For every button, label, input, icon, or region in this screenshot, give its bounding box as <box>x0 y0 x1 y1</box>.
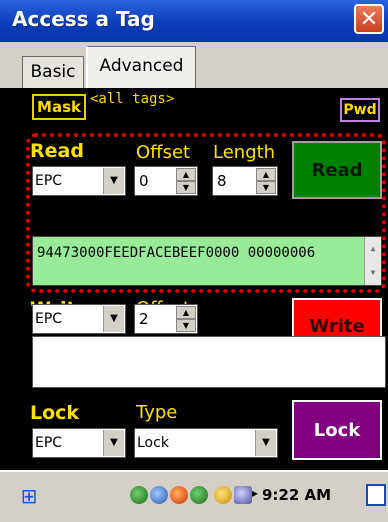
read-bank-value: EPC <box>35 173 63 189</box>
read-length-label: Length <box>213 142 276 163</box>
arrow-up-icon[interactable]: ▲ <box>176 306 196 319</box>
read-data-value: 94473000FEEDFACEBEEF0000 00000006 <box>37 245 316 261</box>
keyboard-tray-icon[interactable] <box>234 486 252 504</box>
chevron-down-icon: ▼ <box>103 306 124 332</box>
power-icon[interactable] <box>214 486 232 504</box>
connection-icon[interactable] <box>150 486 168 504</box>
sync-icon[interactable] <box>190 486 208 504</box>
read-bank-select[interactable]: EPC ▼ <box>32 166 126 196</box>
mask-button[interactable]: Mask <box>32 94 86 120</box>
windows-start-icon[interactable]: ⊞ <box>14 482 44 510</box>
write-offset-stepper[interactable]: 2 ▲ ▼ <box>134 304 198 334</box>
arrow-down-icon[interactable]: ▼ <box>176 319 196 332</box>
tab-advanced[interactable]: Advanced <box>86 46 196 88</box>
chevron-down-icon: ▼ <box>255 430 276 456</box>
title-bar: Access a Tag ✕ <box>0 0 388 42</box>
write-data-field[interactable] <box>32 336 386 388</box>
read-offset-label: Offset <box>136 142 191 163</box>
lock-type-value: Lock <box>137 435 169 451</box>
tab-basic[interactable]: Basic <box>22 56 84 88</box>
write-offset-value: 2 <box>139 310 149 328</box>
lock-bank-select[interactable]: EPC ▼ <box>32 428 126 458</box>
scrollbar[interactable]: ▲ ▼ <box>364 237 381 285</box>
arrow-up-icon[interactable]: ▲ <box>256 168 276 181</box>
pwd-button[interactable]: Pwd <box>340 98 380 122</box>
taskbar: ⊞ ▸ 9:22 AM <box>0 470 388 522</box>
chevron-down-icon: ▼ <box>103 168 124 194</box>
read-offset-stepper[interactable]: 0 ▲ ▼ <box>134 166 198 196</box>
arrow-up-icon[interactable]: ▲ <box>176 168 196 181</box>
read-length-stepper[interactable]: 8 ▲ ▼ <box>212 166 278 196</box>
chevron-down-icon: ▼ <box>103 430 124 456</box>
write-bank-value: EPC <box>35 311 63 327</box>
lock-label: Lock <box>30 402 80 424</box>
write-bank-select[interactable]: EPC ▼ <box>32 304 126 334</box>
read-offset-value: 0 <box>139 172 149 190</box>
close-button[interactable]: ✕ <box>354 4 384 34</box>
read-button[interactable]: Read <box>292 141 382 199</box>
read-label: Read <box>30 140 84 162</box>
tray-arrow-icon[interactable]: ▸ <box>252 486 258 500</box>
bluetooth-icon[interactable] <box>170 486 188 504</box>
tab-bar: Basic Advanced <box>0 42 388 88</box>
read-data-field[interactable]: 94473000FEEDFACEBEEF0000 00000006 ▲ ▼ <box>32 236 382 286</box>
clock[interactable]: 9:22 AM <box>262 486 331 504</box>
arrow-down-icon[interactable]: ▼ <box>176 181 196 194</box>
close-icon: ✕ <box>359 7 379 32</box>
lock-type-label: Type <box>136 402 178 423</box>
mask-value: <all tags> <box>90 91 175 107</box>
network-icon[interactable] <box>130 486 148 504</box>
lock-bank-value: EPC <box>35 435 63 451</box>
read-length-value: 8 <box>217 172 227 190</box>
input-panel-icon[interactable] <box>366 484 386 506</box>
arrow-down-icon[interactable]: ▼ <box>256 181 276 194</box>
lock-button[interactable]: Lock <box>292 400 382 460</box>
window-title: Access a Tag <box>12 7 155 31</box>
lock-type-select[interactable]: Lock ▼ <box>134 428 278 458</box>
